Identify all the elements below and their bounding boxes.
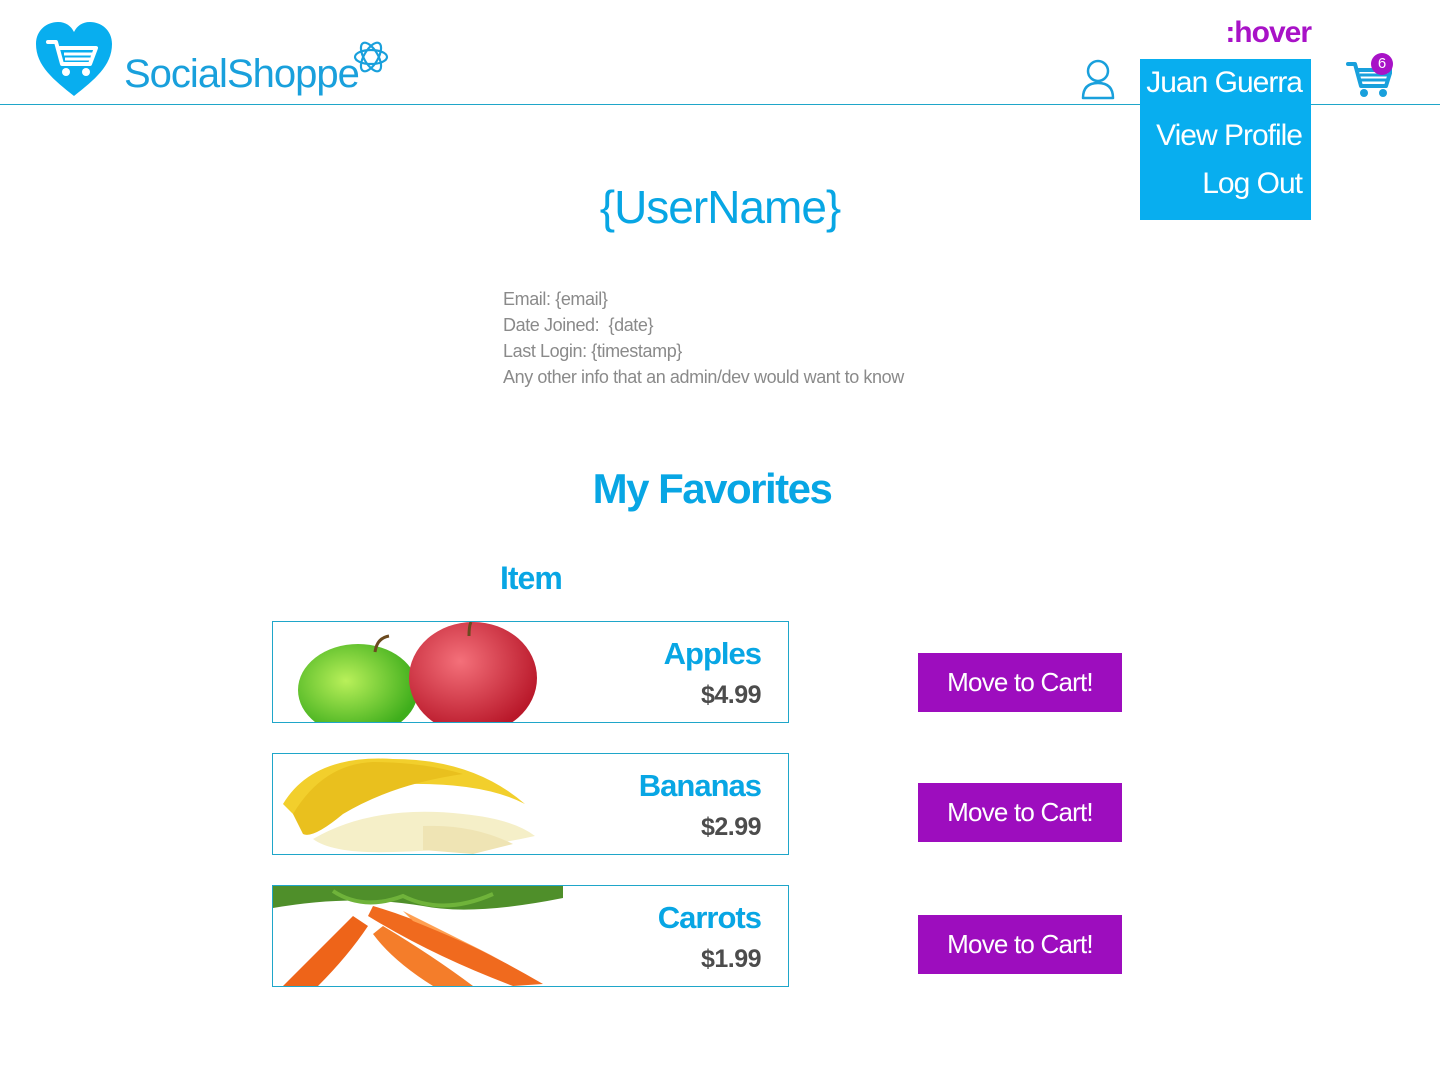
bananas-image — [283, 758, 535, 854]
favorite-item-carrots[interactable]: Carrots $1.99 — [272, 885, 789, 987]
brand-name-part2: Shoppe — [226, 52, 360, 96]
dropdown-user-name[interactable]: Juan Guerra — [1146, 66, 1303, 100]
item-price: $2.99 — [700, 813, 762, 841]
item-price: $4.99 — [700, 681, 762, 709]
item-name: Apples — [663, 636, 762, 671]
hover-state-label: :hover — [1225, 16, 1312, 49]
favorite-item-bananas[interactable]: Bananas $2.99 — [272, 753, 789, 855]
user-info: Email: {email} Date Joined: {date} Last … — [503, 286, 904, 390]
item-column-header: Item — [500, 560, 563, 596]
carrots-image — [273, 886, 563, 986]
info-last-login: Last Login: {timestamp} — [503, 341, 682, 361]
view-profile-menu-item[interactable]: View Profile — [1156, 119, 1303, 153]
page-title: {UserName} — [599, 181, 842, 233]
brand-name-part1: Social — [124, 52, 228, 96]
user-icon[interactable] — [1080, 58, 1116, 100]
favorites-title: My Favorites — [592, 465, 833, 512]
apples-image — [298, 622, 537, 722]
redux-icon — [353, 41, 389, 73]
info-date-joined: Date Joined: {date} — [503, 315, 654, 335]
info-other: Any other info that an admin/dev would w… — [503, 367, 904, 387]
move-to-cart-button-bananas[interactable]: Move to Cart! — [918, 783, 1122, 842]
favorite-item-apples[interactable]: Apples $4.99 — [272, 621, 789, 723]
item-name: Carrots — [657, 900, 762, 935]
item-name: Bananas — [638, 768, 762, 803]
heart-cart-logo-icon[interactable] — [34, 20, 114, 98]
brand-name[interactable]: SocialShoppe — [124, 50, 360, 98]
move-to-cart-button-apples[interactable]: Move to Cart! — [918, 653, 1122, 712]
move-to-cart-button-carrots[interactable]: Move to Cart! — [918, 915, 1122, 974]
cart-count-badge: 6 — [1371, 53, 1393, 75]
info-email: Email: {email} — [503, 289, 608, 309]
item-price: $1.99 — [700, 945, 762, 973]
